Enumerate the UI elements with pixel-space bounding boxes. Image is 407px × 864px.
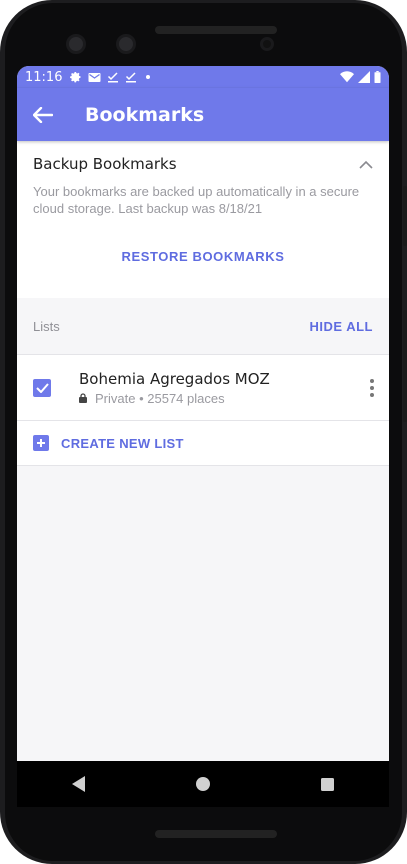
lock-icon xyxy=(79,393,87,403)
square-recents-icon xyxy=(320,777,334,791)
more-vert-icon xyxy=(370,379,374,383)
settings-icon xyxy=(70,72,81,83)
wifi-icon xyxy=(340,71,354,83)
power-button xyxy=(403,186,407,246)
page-title: Bookmarks xyxy=(85,103,205,126)
more-options-button[interactable] xyxy=(363,375,381,401)
nav-back-button[interactable] xyxy=(59,764,99,804)
triangle-back-icon xyxy=(72,776,85,792)
front-camera-left xyxy=(66,34,86,54)
back-button[interactable] xyxy=(17,88,69,141)
list-visibility-checkbox[interactable] xyxy=(33,378,51,397)
task-check-icon-2 xyxy=(126,71,137,82)
backup-description: Your bookmarks are backed up automatical… xyxy=(33,184,360,216)
restore-bookmarks-button[interactable]: RESTORE BOOKMARKS xyxy=(17,249,389,264)
screen: 11:16 Bookmarks Backup Bookmarks Your bo… xyxy=(17,66,389,807)
system-nav-bar xyxy=(17,761,389,807)
list-place-count: 25574 places xyxy=(147,390,225,406)
list-item[interactable]: Bohemia Agregados MOZ Private • 25574 pl… xyxy=(17,354,389,421)
backup-card: Backup Bookmarks Your bookmarks are back… xyxy=(17,141,389,298)
app-bar: Bookmarks xyxy=(17,88,389,141)
volume-button xyxy=(403,310,407,422)
status-time: 11:16 xyxy=(25,69,63,85)
create-new-list-label: CREATE NEW LIST xyxy=(61,435,184,451)
circle-home-icon xyxy=(196,777,210,791)
chevron-up-icon[interactable] xyxy=(359,160,373,169)
plus-icon xyxy=(33,435,49,451)
nav-recents-button[interactable] xyxy=(307,764,347,804)
battery-icon xyxy=(374,71,381,83)
separator-dot: • xyxy=(135,390,148,406)
arrow-left-icon xyxy=(33,106,53,123)
nav-home-button[interactable] xyxy=(183,764,223,804)
proximity-sensor xyxy=(260,37,274,51)
backup-title: Backup Bookmarks xyxy=(33,155,177,173)
bottom-speaker xyxy=(155,830,277,838)
lists-label: Lists xyxy=(33,318,60,334)
list-privacy: Private xyxy=(95,390,136,406)
list-name: Bohemia Agregados MOZ xyxy=(79,369,270,388)
hide-all-button[interactable]: HIDE ALL xyxy=(310,319,373,334)
notification-dot-icon xyxy=(146,75,151,79)
gmail-icon xyxy=(88,72,101,82)
lists-header: Lists HIDE ALL xyxy=(17,298,389,354)
check-icon xyxy=(35,382,49,393)
task-check-icon xyxy=(108,71,119,82)
signal-icon xyxy=(358,71,370,83)
create-new-list-button[interactable]: CREATE NEW LIST xyxy=(17,421,389,466)
front-camera-right xyxy=(116,34,136,54)
top-speaker xyxy=(155,26,277,34)
status-bar: 11:16 xyxy=(17,66,389,88)
